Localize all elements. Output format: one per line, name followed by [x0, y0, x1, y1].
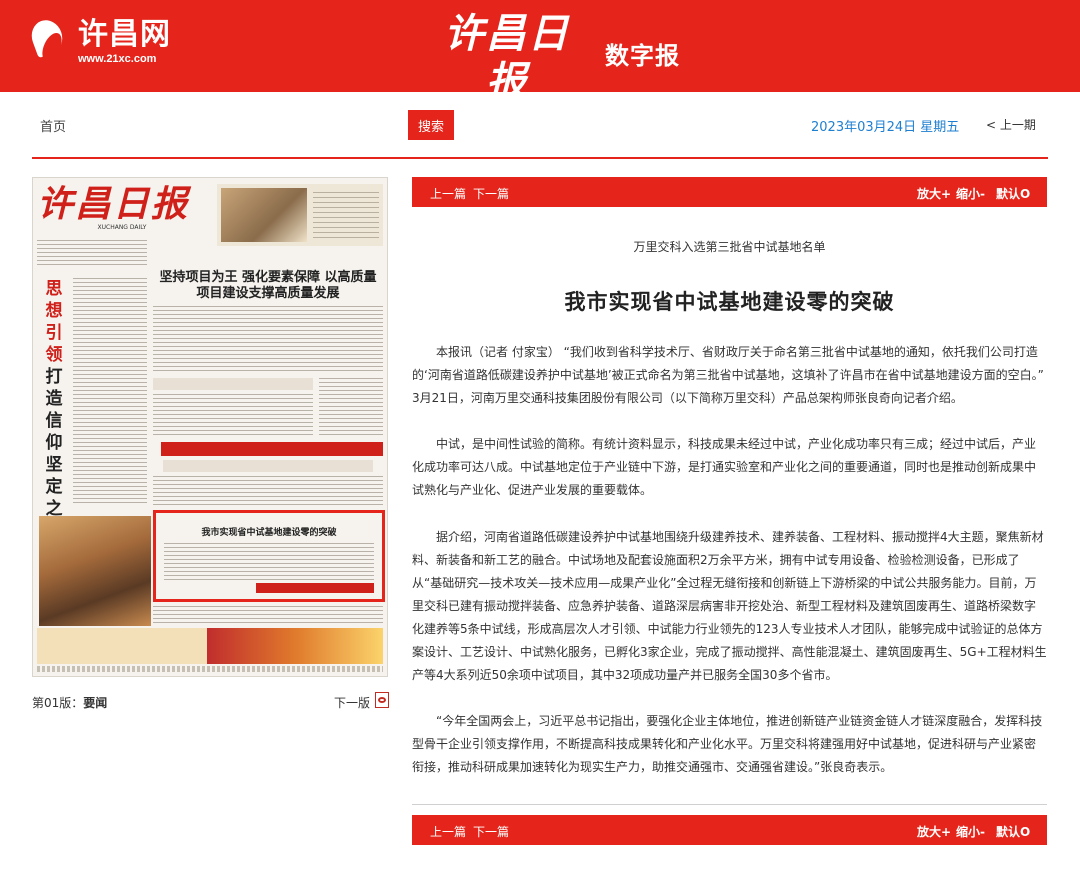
thumbnail-selected-article[interactable]: 我市实现省中试基地建设零的突破	[153, 510, 385, 602]
article-paragraph: 本报讯（记者 付家宝） “我们收到省科学技术厅、省财政厅关于命名第三批省中试基地…	[412, 345, 1044, 405]
thumbnail-lead-headline[interactable]: 坚持项目为王 强化要素保障 以高质量项目建设支撑高质量发展	[153, 270, 383, 302]
paper-name: 许昌日报	[444, 10, 570, 105]
thumbnail-text-block	[153, 394, 313, 438]
zoom-in-button[interactable]: 放大+	[917, 185, 951, 202]
site-name: 许昌网	[78, 17, 171, 52]
next-page-link[interactable]: 下一版	[334, 694, 370, 711]
zoom-in-button[interactable]: 放大+	[917, 823, 951, 840]
header-divider	[32, 157, 1048, 159]
article-subtitle: 万里交科入选第三批省中试基地名单	[633, 240, 826, 254]
digital-edition-label: 数字报	[605, 42, 680, 70]
thumbnail-text-block	[73, 278, 147, 504]
thumbnail-subheadline	[153, 378, 313, 390]
thumbnail-footer	[37, 666, 383, 672]
zoom-reset-button[interactable]: 默认O	[996, 185, 1030, 202]
thumbnail-masthead: 许昌日报 XUCHANG DAILY	[37, 183, 190, 231]
article-paragraph: “今年全国两会上，习近平总书记指出，要强化企业主体地位，推进创新链产业链资金链人…	[412, 714, 1043, 774]
thumbnail-text-block	[153, 606, 383, 624]
issue-date: 2023年03月24日 星期五	[811, 120, 960, 135]
search-input[interactable]	[72, 110, 404, 140]
previous-issue-link[interactable]: < 上一期	[986, 116, 1036, 133]
home-link[interactable]: 首页	[40, 116, 66, 135]
article-toolbar-bottom: 上一篇 下一篇 放大+ 缩小- 默认O	[412, 815, 1047, 845]
search-button[interactable]: 搜索	[408, 110, 454, 140]
thumbnail-text-block	[37, 240, 147, 268]
zoom-reset-button[interactable]: 默认O	[996, 823, 1030, 840]
flame-logo-icon	[27, 14, 68, 70]
site-url: www.21xc.com	[78, 53, 157, 65]
page-label: 第01版：要闻	[32, 696, 108, 710]
paper-masthead: 许昌日报 XUCHANG DAILY	[432, 10, 582, 115]
site-logo[interactable]: 许昌网 www.21xc.com	[27, 14, 171, 70]
article-toolbar-top: 上一篇 下一篇 放大+ 缩小- 默认O	[412, 177, 1047, 207]
thumbnail-text-block	[153, 476, 383, 506]
zoom-out-button[interactable]: 缩小-	[956, 185, 985, 202]
zoom-out-button[interactable]: 缩小-	[956, 823, 985, 840]
thumbnail-vertical-headline: 思想引领 打造信仰坚定之城	[45, 279, 63, 541]
page-thumbnail[interactable]: 许昌日报 XUCHANG DAILY 思想引领 打造信仰坚定之城 坚持项目为王 …	[32, 177, 388, 677]
article-title: 我市实现省中试基地建设零的突破	[564, 290, 895, 314]
thumbnail-subheadline	[163, 460, 373, 472]
prev-article-link[interactable]: 上一篇	[430, 185, 466, 202]
nav-row: 首页 搜索 2023年03月24日 星期五 < 上一期	[0, 108, 1080, 142]
next-article-link[interactable]: 下一篇	[473, 823, 509, 840]
thumbnail-text-block	[319, 378, 383, 438]
top-banner: 许昌网 www.21xc.com 许昌日报 XUCHANG DAILY 数字报	[0, 0, 1080, 115]
thumbnail-bottom-ad	[37, 628, 383, 664]
next-article-link[interactable]: 下一篇	[473, 185, 509, 202]
thumbnail-banner	[161, 442, 383, 456]
thumbnail-photo	[39, 516, 151, 626]
article-paragraph: 据介绍，河南省道路低碳建设养护中试基地围绕升级建养技术、建养装备、工程材料、振动…	[412, 530, 1047, 682]
thumbnail-top-ad	[217, 184, 383, 246]
article-end-divider	[412, 804, 1047, 805]
pdf-icon[interactable]	[375, 692, 389, 708]
thumbnail-text-block	[153, 306, 383, 374]
article-paragraph: 中试，是中间性试验的简称。有统计资料显示，科技成果未经过中试，产业化成功率只有三…	[412, 437, 1037, 497]
page-name: 要闻	[83, 696, 108, 710]
prev-article-link[interactable]: 上一篇	[430, 823, 466, 840]
